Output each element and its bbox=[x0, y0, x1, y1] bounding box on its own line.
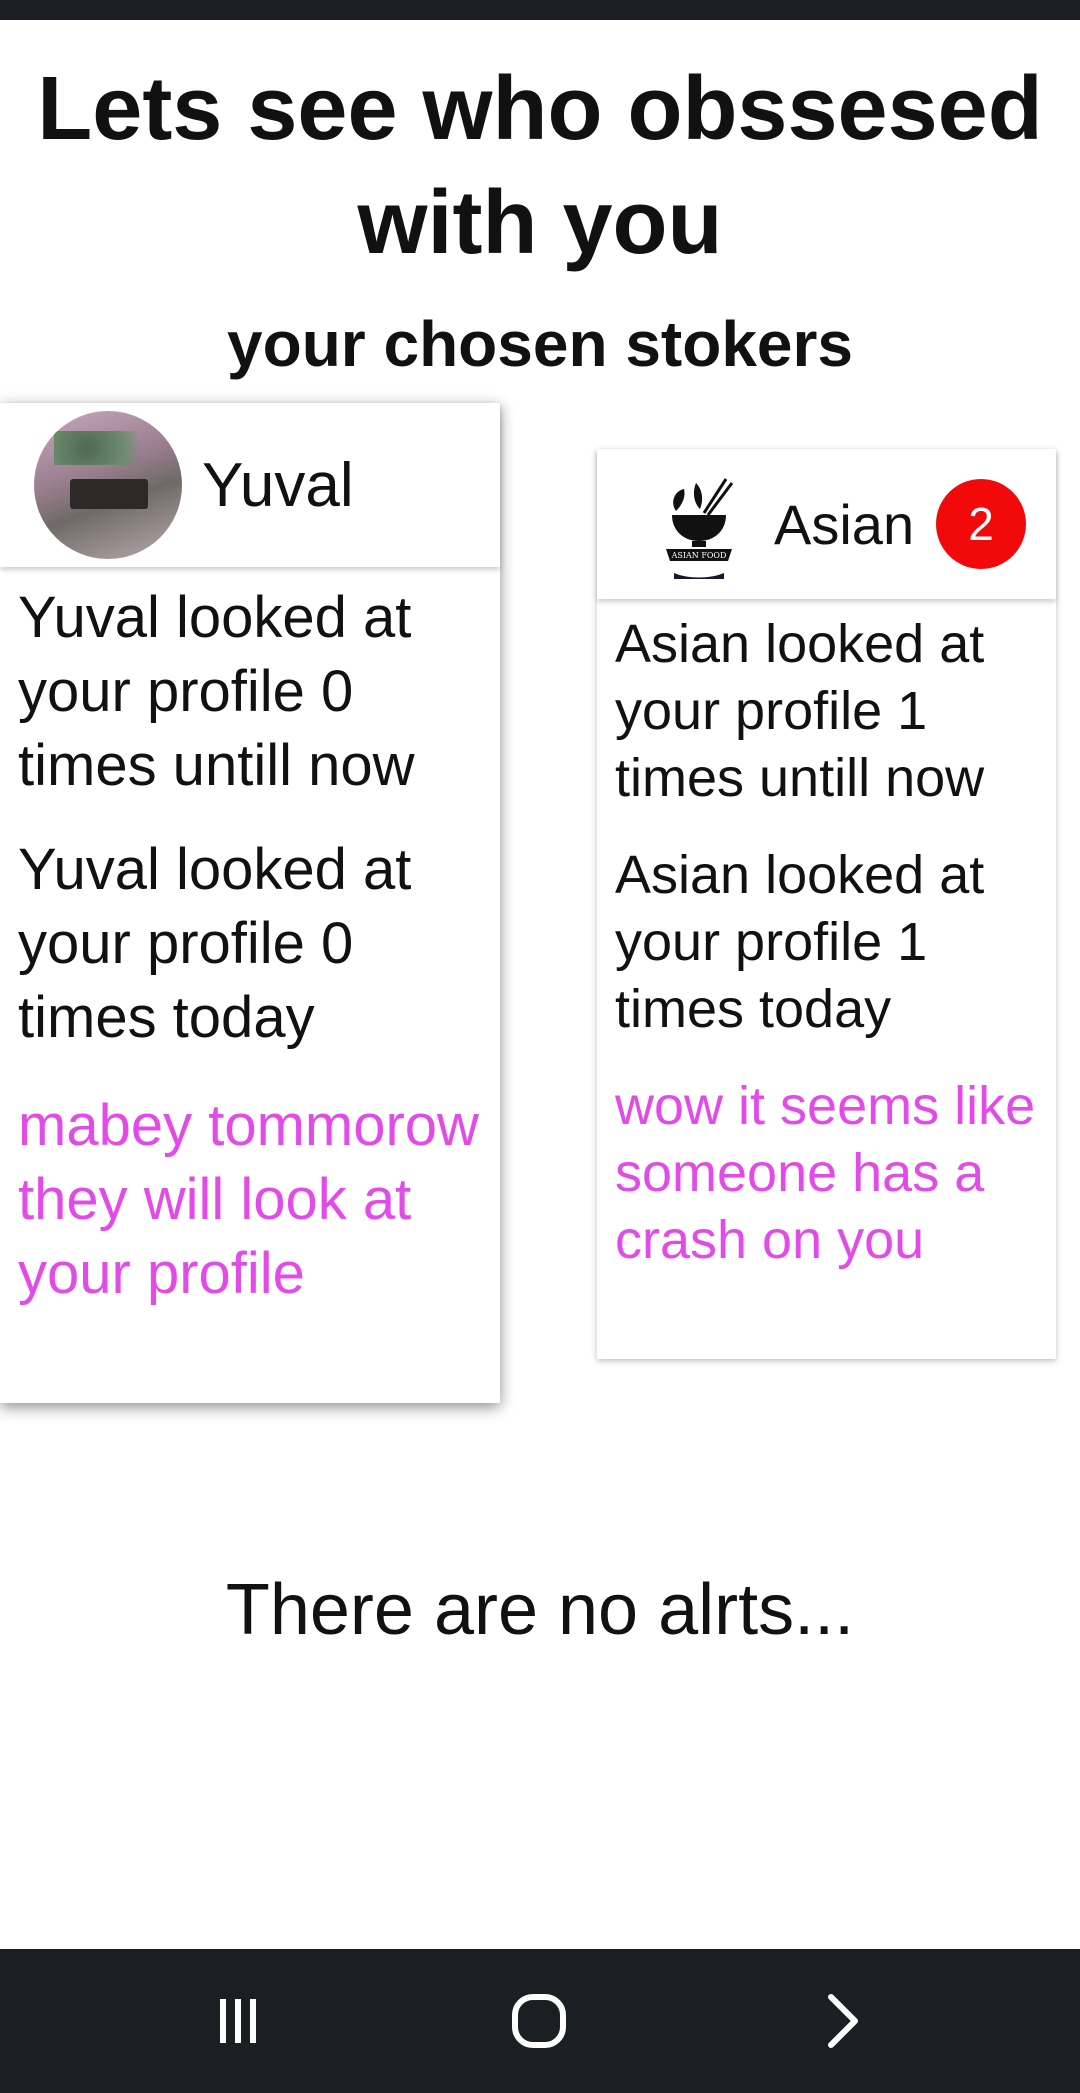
notification-badge: 2 bbox=[936, 479, 1026, 569]
card-message: mabey tommorow they will look at your pr… bbox=[18, 1093, 479, 1306]
stalker-card-asian[interactable]: ASIAN FOOD Asian 2 Asian looked at your … bbox=[597, 449, 1056, 1359]
views-total-text: Yuval looked at your profile 0 times unt… bbox=[18, 585, 415, 798]
views-total-text: Asian looked at your profile 1 times unt… bbox=[615, 614, 985, 808]
svg-text:ASIAN FOOD: ASIAN FOOD bbox=[671, 551, 727, 560]
app-screen: Lets see who obssesed with you your chos… bbox=[0, 0, 1080, 2093]
back-icon[interactable] bbox=[781, 1949, 901, 2093]
recents-icon[interactable] bbox=[178, 1949, 298, 2093]
card-name: Asian bbox=[774, 492, 915, 556]
card-message: wow it seems like someone has a crash on… bbox=[615, 1076, 1036, 1270]
stalker-card-yuval[interactable]: Yuval Yuval looked at your profile 0 tim… bbox=[0, 403, 500, 1403]
page-subtitle: your chosen stokers bbox=[227, 308, 853, 380]
status-bar bbox=[0, 0, 1080, 20]
card-body: Asian looked at your profile 1 times unt… bbox=[597, 611, 1056, 1274]
navigation-bar bbox=[0, 1949, 1080, 2093]
views-today-text: Asian looked at your profile 1 times tod… bbox=[615, 845, 985, 1039]
card-body: Yuval looked at your profile 0 times unt… bbox=[0, 581, 500, 1311]
card-header[interactable]: ASIAN FOOD Asian 2 bbox=[597, 449, 1056, 599]
views-today-text: Yuval looked at your profile 0 times tod… bbox=[18, 837, 412, 1050]
card-name: Yuval bbox=[202, 450, 354, 520]
avatar bbox=[34, 411, 182, 559]
no-alerts-text: There are no alrts... bbox=[225, 1570, 855, 1650]
asian-food-logo-icon: ASIAN FOOD bbox=[644, 469, 754, 579]
home-icon[interactable] bbox=[479, 1949, 599, 2093]
card-header[interactable]: Yuval bbox=[0, 403, 500, 567]
page-title: Lets see who obssesed with you bbox=[37, 59, 1043, 273]
